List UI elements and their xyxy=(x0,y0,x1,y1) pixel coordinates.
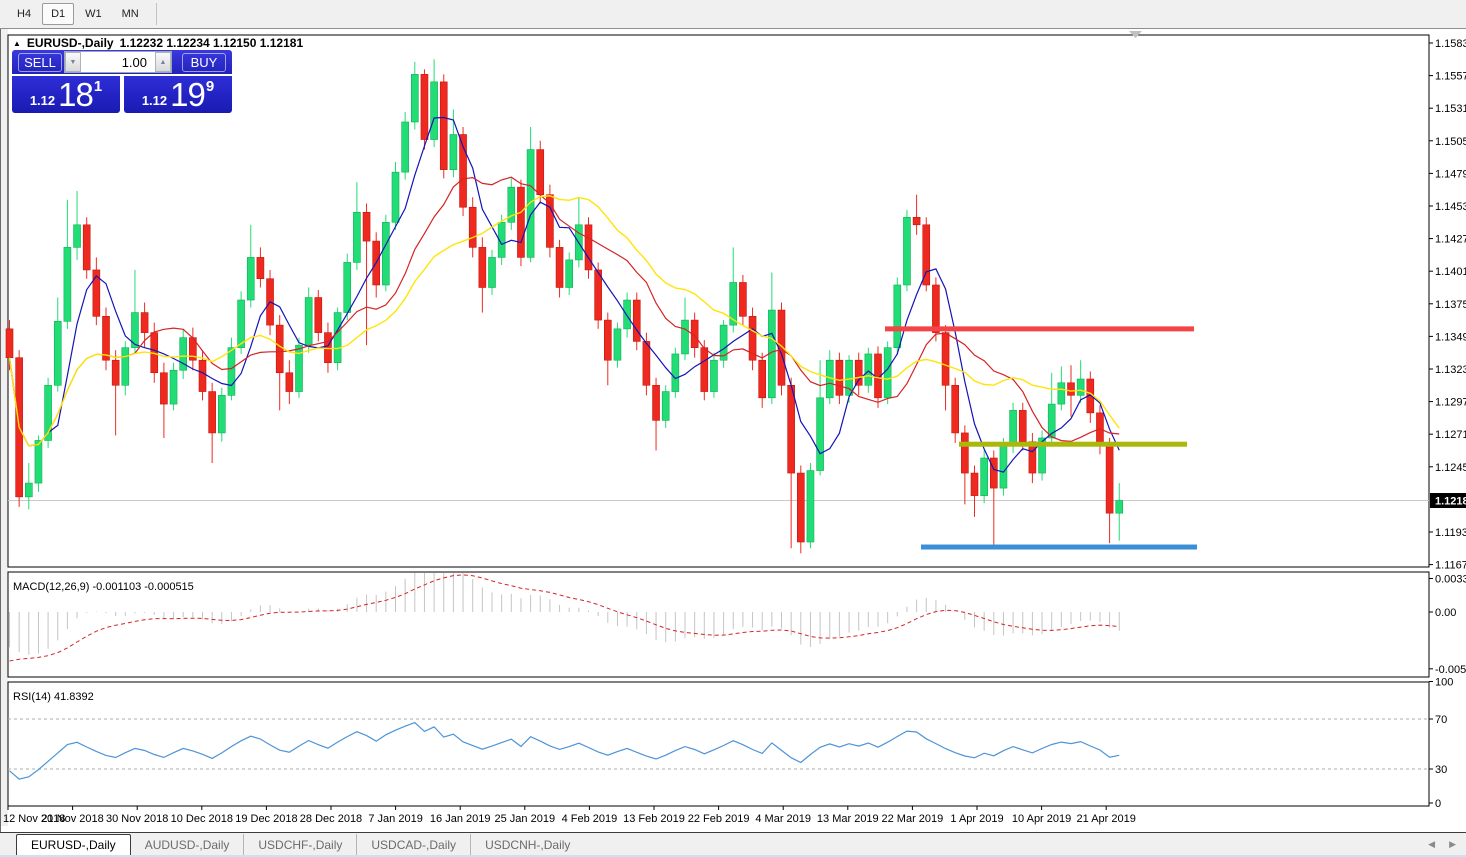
svg-text:21 Nov 2018: 21 Nov 2018 xyxy=(41,813,103,825)
tab-timeframe-h4[interactable]: H4 xyxy=(8,3,40,25)
tab-timeframe-mn[interactable]: MN xyxy=(113,3,148,25)
volume-stepper: ▼ ▲ xyxy=(64,51,172,73)
symbol-marker-icon: ▲ xyxy=(13,39,21,48)
trade-panel-price-row: 1.12 18 1 1.12 19 9 xyxy=(12,76,232,113)
svg-text:1.13230: 1.13230 xyxy=(1435,364,1466,376)
tab-symbol-usdcnh[interactable]: USDCNH-,Daily xyxy=(470,834,584,855)
svg-text:1.13490: 1.13490 xyxy=(1435,331,1466,343)
svg-text:4 Mar 2019: 4 Mar 2019 xyxy=(755,813,811,825)
svg-text:1.12450: 1.12450 xyxy=(1435,462,1466,474)
svg-text:1.14010: 1.14010 xyxy=(1435,266,1466,278)
tab-scroll-right-icon[interactable]: ▶ xyxy=(1449,839,1456,850)
svg-text:1.14270: 1.14270 xyxy=(1435,234,1466,246)
svg-text:1 Apr 2019: 1 Apr 2019 xyxy=(950,813,1003,825)
svg-text:21 Apr 2019: 21 Apr 2019 xyxy=(1077,813,1136,825)
svg-text:1.12181: 1.12181 xyxy=(1435,496,1466,508)
toolbar-divider xyxy=(156,3,157,25)
tab-timeframe-w1[interactable]: W1 xyxy=(76,3,111,25)
buy-button[interactable]: BUY xyxy=(182,53,226,72)
svg-text:10 Dec 2018: 10 Dec 2018 xyxy=(171,813,233,825)
svg-text:13 Feb 2019: 13 Feb 2019 xyxy=(623,813,685,825)
svg-text:1.15570: 1.15570 xyxy=(1435,71,1466,83)
svg-text:1.13750: 1.13750 xyxy=(1435,299,1466,311)
svg-text:1.15050: 1.15050 xyxy=(1435,136,1466,148)
tab-symbol-usdchf[interactable]: USDCHF-,Daily xyxy=(243,834,356,855)
svg-text:1.14530: 1.14530 xyxy=(1435,201,1466,213)
sell-price-box[interactable]: 1.12 18 1 xyxy=(12,76,120,113)
svg-text:13 Mar 2019: 13 Mar 2019 xyxy=(817,813,879,825)
buy-price-sup: 9 xyxy=(206,78,214,95)
buy-price-box[interactable]: 1.12 19 9 xyxy=(124,76,232,113)
symbol-tab-bar: EURUSD-,Daily AUDUSD-,Daily USDCHF-,Dail… xyxy=(0,832,1466,855)
one-click-trade-panel: SELL ▼ ▲ BUY 1.12 18 1 1.12 19 9 xyxy=(12,50,232,113)
macd-label: MACD(12,26,9) -0.001103 -0.000515 xyxy=(13,581,194,593)
chart-symbol-label: EURUSD-,Daily xyxy=(27,36,114,50)
svg-text:0.00: 0.00 xyxy=(1435,607,1456,619)
sell-price-prefix: 1.12 xyxy=(30,93,55,108)
trade-panel-top-row: SELL ▼ ▲ BUY xyxy=(12,50,232,74)
hline-mid-pivot[interactable] xyxy=(959,442,1187,447)
chart-title: ▲ EURUSD-,Daily 1.12232 1.12234 1.12150 … xyxy=(13,36,303,50)
volume-decrease-icon[interactable]: ▼ xyxy=(65,52,81,72)
svg-text:1.11670: 1.11670 xyxy=(1435,560,1466,572)
buy-price-prefix: 1.12 xyxy=(142,93,167,108)
chart-ohlc-readout: 1.12232 1.12234 1.12150 1.12181 xyxy=(120,36,304,50)
svg-text:0.003386: 0.003386 xyxy=(1435,573,1466,585)
svg-text:1.15310: 1.15310 xyxy=(1435,103,1466,115)
volume-increase-icon[interactable]: ▲ xyxy=(155,52,171,72)
svg-text:0: 0 xyxy=(1435,798,1441,810)
sell-price-sup: 1 xyxy=(94,78,102,95)
tab-timeframe-d1[interactable]: D1 xyxy=(42,3,74,25)
tab-scrollers: ◀ ▶ xyxy=(1428,833,1466,855)
tab-symbol-audusd[interactable]: AUDUSD-,Daily xyxy=(131,834,244,855)
svg-text:1.11930: 1.11930 xyxy=(1435,527,1466,539)
timeframe-toolbar: H4 D1 W1 MN xyxy=(0,0,1466,29)
svg-text:30: 30 xyxy=(1435,764,1447,776)
svg-text:10 Apr 2019: 10 Apr 2019 xyxy=(1012,813,1071,825)
svg-text:16 Jan 2019: 16 Jan 2019 xyxy=(430,813,491,825)
svg-text:4 Feb 2019: 4 Feb 2019 xyxy=(562,813,618,825)
svg-text:28 Dec 2018: 28 Dec 2018 xyxy=(300,813,362,825)
sell-button[interactable]: SELL xyxy=(18,53,62,72)
volume-input[interactable] xyxy=(81,52,155,72)
svg-text:25 Jan 2019: 25 Jan 2019 xyxy=(495,813,556,825)
rsi-label: RSI(14) 41.8392 xyxy=(13,691,94,703)
svg-text:30 Nov 2018: 30 Nov 2018 xyxy=(106,813,168,825)
chart-canvas[interactable]: 1.15830 1.15570 1.15310 1.15050 1.14790 1.145… xyxy=(1,29,1466,832)
tab-symbol-eurusd[interactable]: EURUSD-,Daily xyxy=(16,834,131,855)
chart-window: 1.15830 1.15570 1.15310 1.15050 1.14790 1.145… xyxy=(0,29,1466,857)
svg-text:19 Dec 2018: 19 Dec 2018 xyxy=(235,813,297,825)
svg-text:70: 70 xyxy=(1435,714,1447,726)
svg-text:1.12970: 1.12970 xyxy=(1435,397,1466,409)
hline-support[interactable] xyxy=(921,545,1197,550)
hline-resistance[interactable] xyxy=(885,326,1194,331)
tab-symbol-usdcad[interactable]: USDCAD-,Daily xyxy=(356,834,470,855)
sell-price-big: 18 xyxy=(58,76,93,114)
svg-text:1.14790: 1.14790 xyxy=(1435,168,1466,180)
svg-text:22 Mar 2019: 22 Mar 2019 xyxy=(882,813,944,825)
tab-scroll-left-icon[interactable]: ◀ xyxy=(1428,839,1435,850)
buy-price-big: 19 xyxy=(170,76,205,114)
svg-text:22 Feb 2019: 22 Feb 2019 xyxy=(688,813,750,825)
svg-text:7 Jan 2019: 7 Jan 2019 xyxy=(368,813,422,825)
svg-text:1.15830: 1.15830 xyxy=(1435,38,1466,50)
svg-text:1.12710: 1.12710 xyxy=(1435,429,1466,441)
svg-text:-0.00574: -0.00574 xyxy=(1435,664,1466,676)
svg-text:100: 100 xyxy=(1435,677,1453,689)
